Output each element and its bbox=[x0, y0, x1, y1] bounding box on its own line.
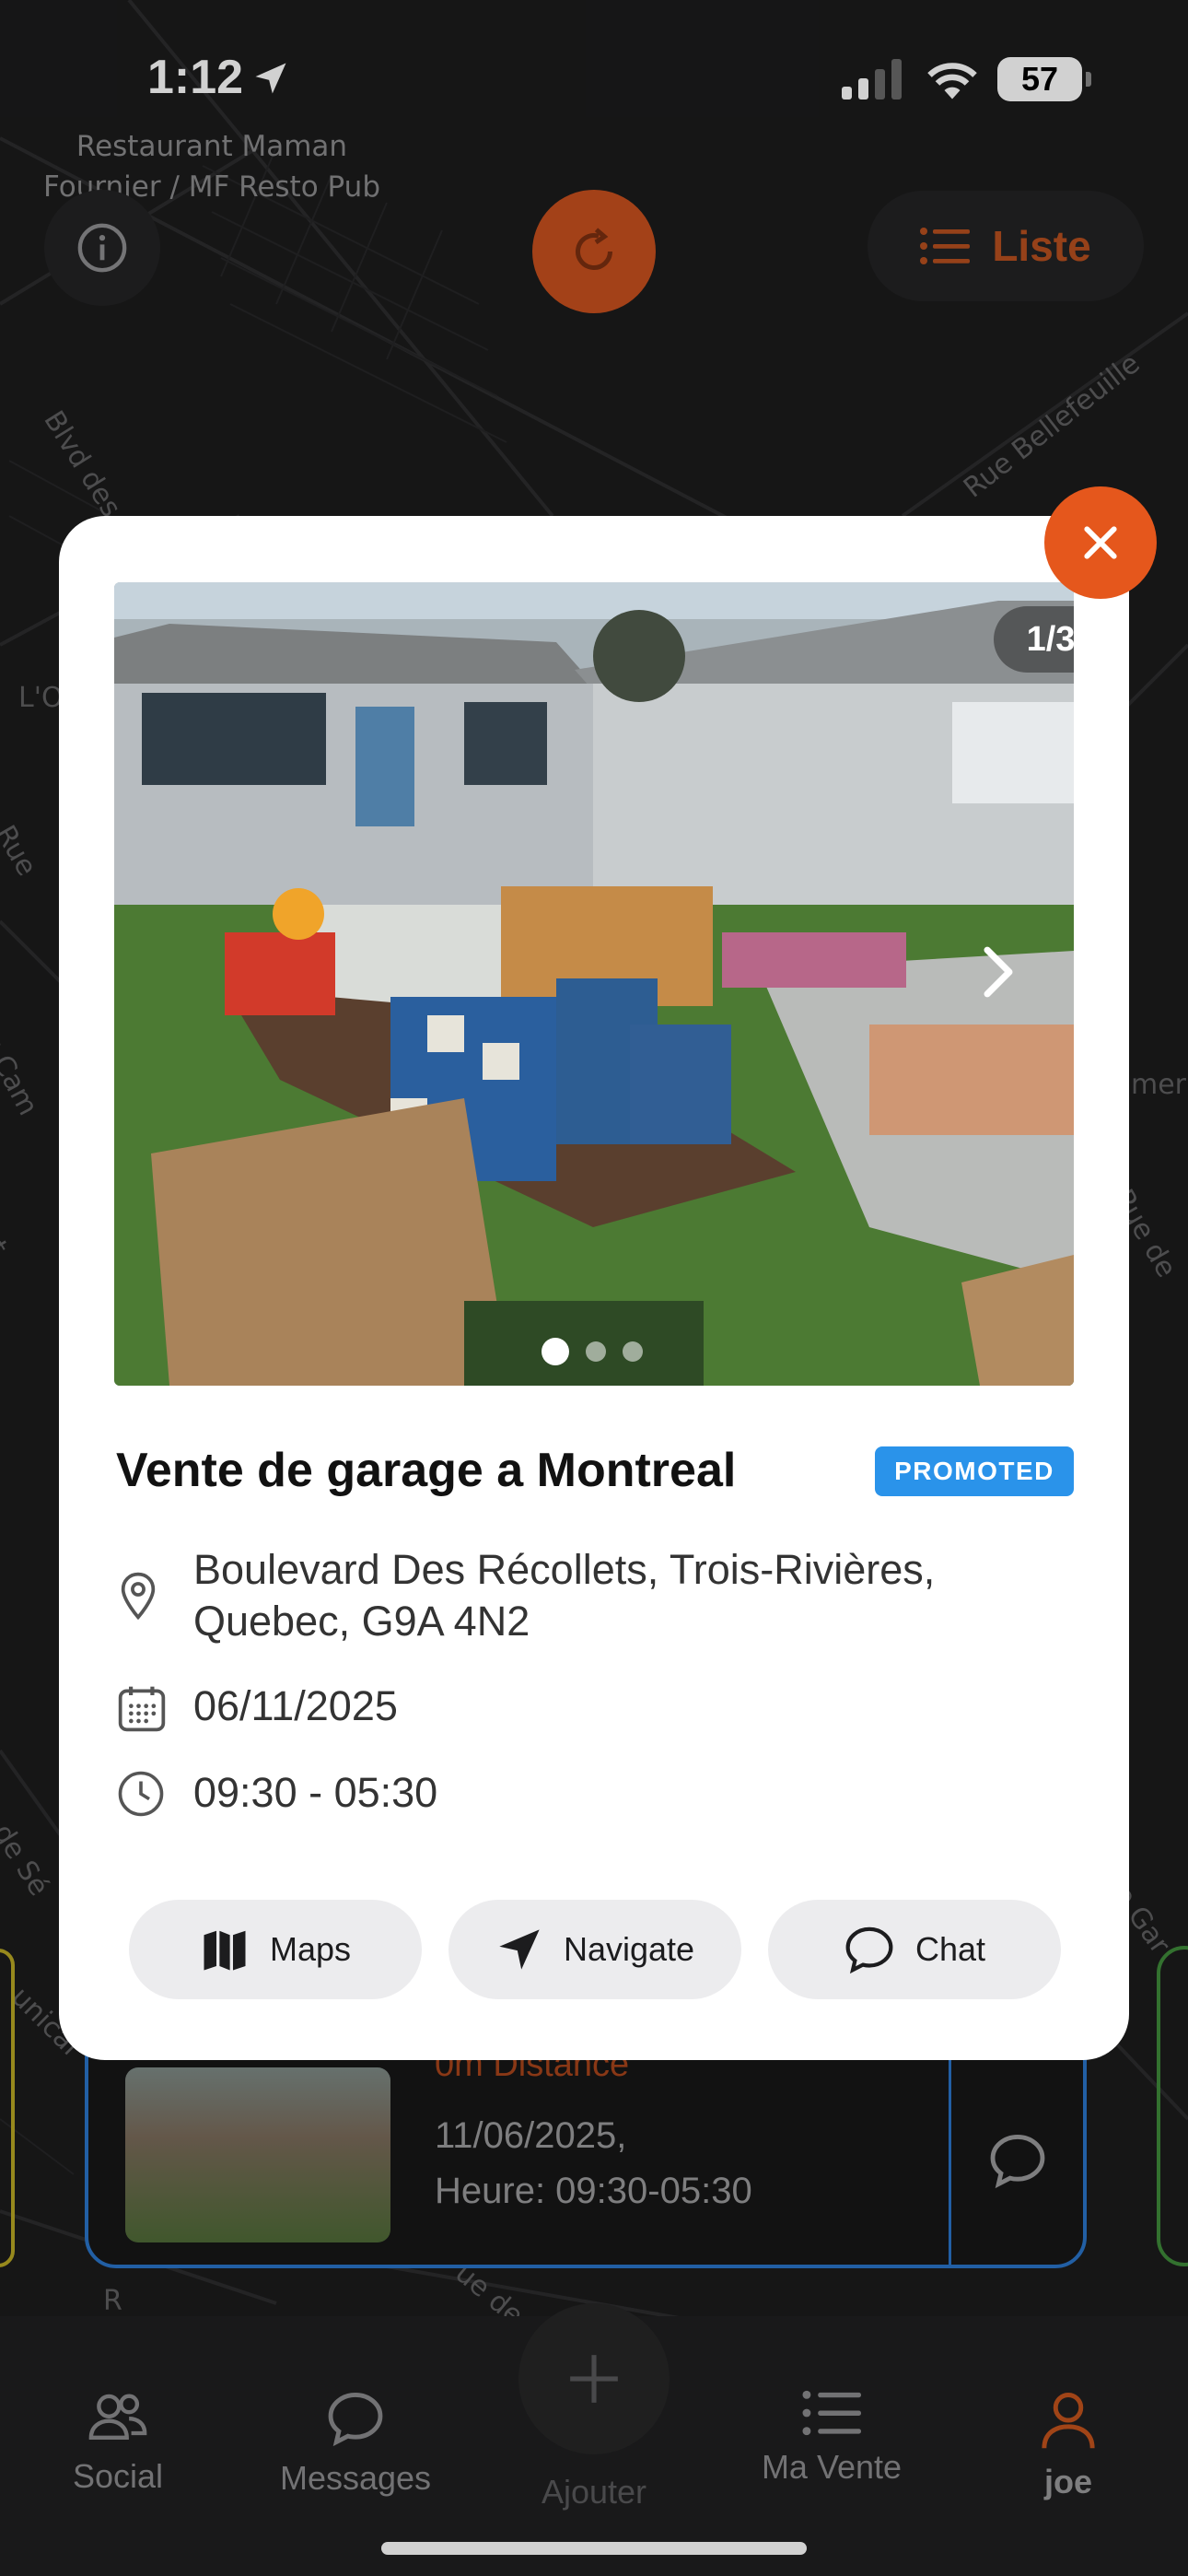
calendar-icon bbox=[118, 1686, 166, 1732]
carousel-dots bbox=[542, 1338, 643, 1365]
listing-address: Boulevard Des Récollets, Trois-Rivières,… bbox=[193, 1546, 936, 1645]
next-image-button[interactable] bbox=[980, 943, 1074, 1045]
clock-icon bbox=[118, 1771, 164, 1817]
location-pin-icon bbox=[121, 1572, 156, 1621]
listing-photo bbox=[114, 582, 1074, 1386]
navigate-label: Navigate bbox=[563, 1930, 695, 1968]
chat-bubble-icon bbox=[845, 1926, 893, 1974]
image-counter: 1/3 bbox=[994, 606, 1074, 673]
listing-title: Vente de garage a Montreal bbox=[116, 1444, 737, 1497]
map-icon bbox=[204, 1930, 246, 1971]
close-modal-button[interactable] bbox=[1044, 486, 1157, 599]
listing-date: 06/11/2025 bbox=[193, 1682, 398, 1729]
promoted-badge: PROMOTED bbox=[875, 1446, 1074, 1496]
carousel-dot[interactable] bbox=[586, 1341, 606, 1362]
carousel-dot[interactable] bbox=[542, 1338, 569, 1365]
listing-detail-modal: 1/3 Vente de garage a Montreal PROMOTED … bbox=[59, 516, 1129, 2060]
chat-button[interactable]: Chat bbox=[768, 1900, 1061, 1999]
close-icon bbox=[1084, 526, 1117, 559]
chevron-right-icon bbox=[984, 946, 1013, 998]
navigate-button[interactable]: Navigate bbox=[448, 1900, 741, 1999]
listing-photo-carousel[interactable]: 1/3 bbox=[114, 582, 1074, 1386]
chat-label: Chat bbox=[914, 1930, 986, 1968]
maps-label: Maps bbox=[269, 1930, 352, 1968]
listing-hours: 09:30 - 05:30 bbox=[193, 1769, 438, 1816]
maps-button[interactable]: Maps bbox=[129, 1900, 422, 1999]
navigation-arrow-icon bbox=[499, 1929, 540, 1970]
carousel-dot[interactable] bbox=[623, 1341, 643, 1362]
